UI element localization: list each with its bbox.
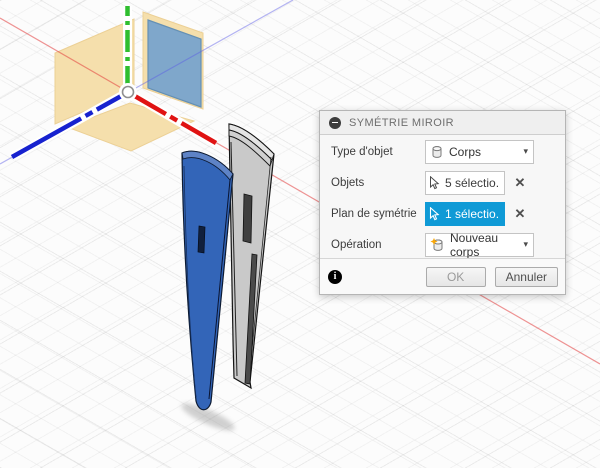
fusion-viewport: SYMÉTRIE MIROIR Type d'objet Corps ▾ Obj… [0,0,600,468]
row-operation: Opération Nouveau corps ▾ [320,229,565,260]
chevron-down-icon: ▾ [523,146,528,156]
blue-body-slot [197,225,206,254]
dialog-titlebar[interactable]: SYMÉTRIE MIROIR [320,111,565,135]
info-icon[interactable]: i [328,269,342,284]
row-symmetry-plane: Plan de symétrie 1 sélectio... ✕ [320,198,565,229]
object-type-label: Type d'objet [331,145,393,158]
dialog-footer: i OK Annuler [320,258,565,294]
body-icon [430,145,444,159]
object-type-dropdown[interactable]: Corps ▾ [425,139,534,164]
objects-label: Objets [331,176,365,189]
operation-label: Opération [331,238,382,251]
cursor-icon [429,175,441,190]
objects-value: 5 sélectio... [445,175,500,190]
new-body-icon [430,237,445,252]
cursor-icon [429,206,441,221]
clear-symmetry-plane-icon[interactable]: ✕ [512,206,528,222]
operation-value: Nouveau corps [450,230,499,259]
chevron-down-icon: ▾ [523,239,528,249]
symmetry-plane-value: 1 sélectio... [445,206,500,221]
clear-objects-icon[interactable]: ✕ [512,175,528,191]
operation-dropdown[interactable]: Nouveau corps ▾ [425,230,534,259]
origin-point[interactable] [121,85,135,99]
row-objects: Objets 5 sélectio... ✕ [320,167,565,198]
row-object-type: Type d'objet Corps ▾ [320,136,565,167]
objects-selection-button[interactable]: 5 sélectio... [425,170,505,195]
collapse-icon[interactable] [329,116,341,129]
ok-button[interactable]: OK [425,266,486,287]
object-type-value: Corps [449,144,482,159]
mirror-dialog: SYMÉTRIE MIROIR Type d'objet Corps ▾ Obj… [319,110,566,295]
symmetry-plane-selection-button[interactable]: 1 sélectio... [425,201,505,226]
dialog-title: SYMÉTRIE MIROIR [349,116,455,129]
dialog-body: Type d'objet Corps ▾ Objets 5 sélectio..… [320,135,565,260]
gray-body-slot [242,193,253,244]
cancel-button[interactable]: Annuler [494,266,558,287]
symmetry-plane-label: Plan de symétrie [331,207,417,220]
mirrored-body[interactable] [228,123,275,390]
selected-body[interactable] [181,150,234,411]
